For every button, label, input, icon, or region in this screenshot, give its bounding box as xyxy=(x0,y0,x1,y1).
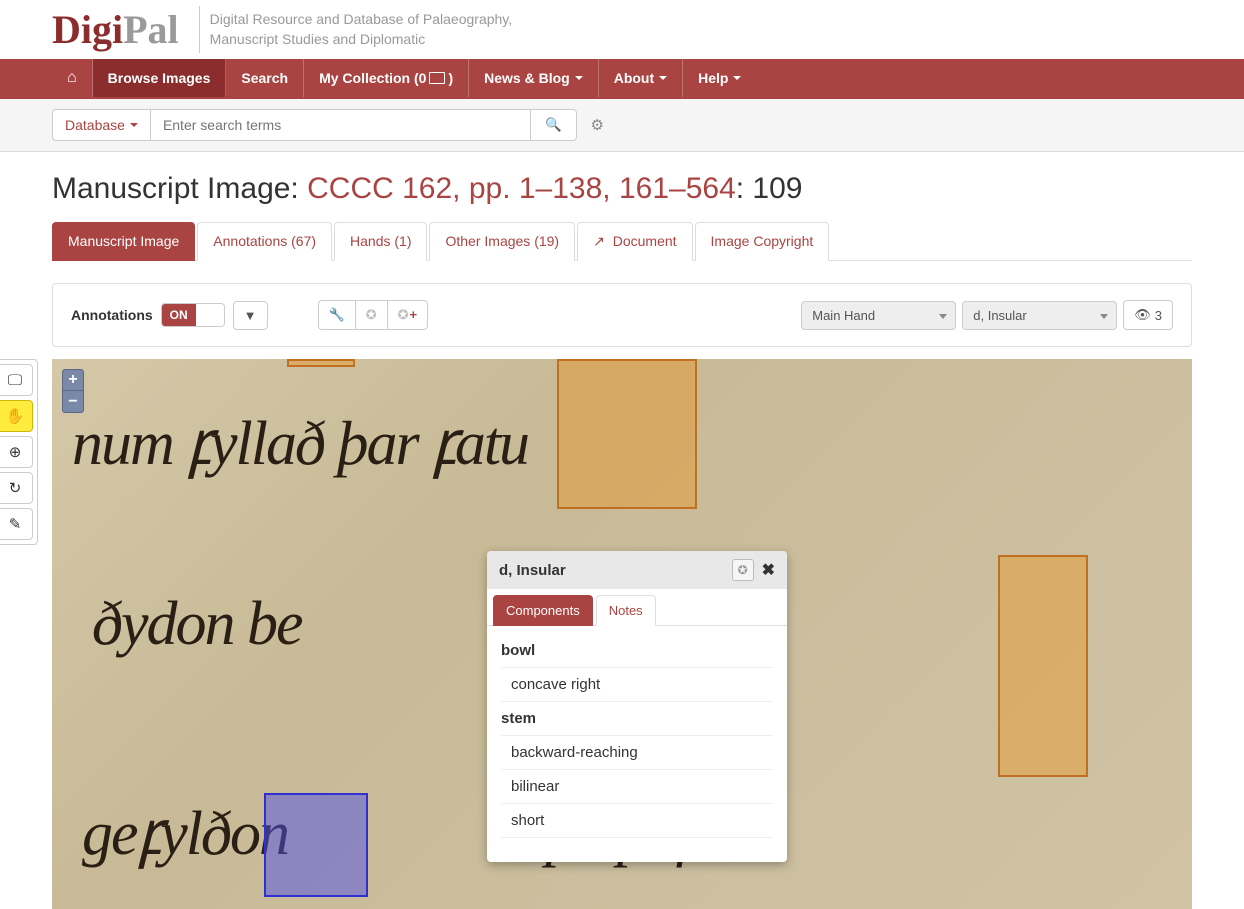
popup-star-button[interactable]: ✪ xyxy=(732,559,754,581)
visible-count-button[interactable]: 👁3 xyxy=(1123,300,1173,330)
toggle-off-handle xyxy=(196,304,224,326)
popup-tab-notes[interactable]: Notes xyxy=(596,595,656,626)
logo-text-pal: Pal xyxy=(123,7,179,52)
zoom-in-icon: ⊕ xyxy=(9,443,22,461)
viewer-tools: 🖵 ✋ ⊕ ↻ ✎ xyxy=(0,359,38,545)
component-item[interactable]: bilinear xyxy=(501,770,773,804)
nav-home[interactable]: ⌂ xyxy=(52,59,93,97)
tab-manuscript-image[interactable]: Manuscript Image xyxy=(52,222,195,261)
component-item[interactable]: short xyxy=(501,804,773,838)
star-icon: ✪ xyxy=(366,307,377,322)
picture-icon xyxy=(429,72,445,84)
annotation-box[interactable] xyxy=(998,555,1088,777)
star-icon: ✪ xyxy=(738,563,748,577)
settings-button[interactable]: ⚙ xyxy=(591,116,604,134)
monitor-icon: 🖵 xyxy=(8,372,22,389)
page-title: Manuscript Image: CCCC 162, pp. 1–138, 1… xyxy=(52,152,1192,222)
letter-select[interactable]: d, Insular xyxy=(962,301,1117,330)
database-dropdown[interactable]: Database xyxy=(52,109,151,141)
zoom-region-button[interactable]: ⊕ xyxy=(0,436,33,468)
hand-icon: ✋ xyxy=(6,407,25,425)
title-prefix: Manuscript Image: xyxy=(52,172,307,205)
zoom-controls: + − xyxy=(62,369,84,413)
tagline: Digital Resource and Database of Palaeog… xyxy=(200,10,512,49)
navbar: ⌂ Browse Images Search My Collection (0 … xyxy=(0,59,1244,99)
star-button[interactable]: ✪ xyxy=(355,300,387,330)
title-link[interactable]: CCCC 162, pp. 1–138, 161–564 xyxy=(307,172,736,205)
annotation-box[interactable] xyxy=(557,359,697,509)
search-input[interactable] xyxy=(151,109,531,141)
home-icon: ⌂ xyxy=(67,69,77,87)
logo-text-digi: Digi xyxy=(52,7,123,52)
tab-other-images[interactable]: Other Images (19) xyxy=(429,222,575,261)
annotation-toolbar: Annotations ON ▼ 🔧 ✪ ✪+ Main Hand d, Ins… xyxy=(52,283,1192,347)
tab-document[interactable]: ↗ Document xyxy=(577,222,692,261)
zoom-in-button[interactable]: + xyxy=(62,369,84,391)
tagline-line-2: Manuscript Studies and Diplomatic xyxy=(210,30,512,50)
annotation-popup: d, Insular ✪ ✖ Components Notes bowl con… xyxy=(487,551,787,862)
refresh-icon: ↻ xyxy=(9,479,22,497)
search-bar: Database 🔍 ⚙ xyxy=(0,99,1244,152)
nav-collection-pre: My Collection (0 xyxy=(319,70,426,86)
popup-tabs: Components Notes xyxy=(487,589,787,626)
nav-about[interactable]: About xyxy=(599,59,683,97)
component-group: bowl xyxy=(501,634,773,668)
star-icon: ✪ xyxy=(398,307,409,322)
tab-hands[interactable]: Hands (1) xyxy=(334,222,427,261)
toggle-on-label: ON xyxy=(162,304,196,326)
caret-icon xyxy=(733,76,741,80)
title-suffix: : 109 xyxy=(736,172,803,205)
external-link-icon: ↗ xyxy=(593,233,605,250)
annotation-box-selected[interactable] xyxy=(264,793,368,897)
popup-header[interactable]: d, Insular ✪ ✖ xyxy=(487,551,787,589)
filter-icon: ▼ xyxy=(244,308,257,323)
caret-icon xyxy=(659,76,667,80)
manuscript-text: num ꝼyllað þar ꝼatu xyxy=(72,399,528,483)
tab-image-copyright[interactable]: Image Copyright xyxy=(695,222,830,261)
star-plus-button[interactable]: ✪+ xyxy=(387,300,429,330)
wrench-button[interactable]: 🔧 xyxy=(318,300,355,330)
caret-icon xyxy=(130,123,138,127)
popup-tab-components[interactable]: Components xyxy=(493,595,593,626)
search-icon: 🔍 xyxy=(545,117,562,132)
popup-body: bowl concave right stem backward-reachin… xyxy=(487,626,787,862)
logo[interactable]: DigiPal xyxy=(52,6,200,53)
annotation-box[interactable] xyxy=(287,359,355,367)
popup-close-button[interactable]: ✖ xyxy=(762,560,775,580)
hand-select[interactable]: Main Hand xyxy=(801,301,956,330)
component-item[interactable]: concave right xyxy=(501,668,773,702)
tab-annotations[interactable]: Annotations (67) xyxy=(197,222,332,261)
zoom-out-button[interactable]: − xyxy=(62,391,84,413)
nav-search[interactable]: Search xyxy=(226,59,304,97)
gear-icon: ⚙ xyxy=(591,117,604,134)
close-icon: ✖ xyxy=(762,562,775,579)
annotations-label: Annotations xyxy=(71,307,153,323)
filter-button[interactable]: ▼ xyxy=(233,301,268,330)
pan-button[interactable]: ✋ xyxy=(0,400,33,432)
nav-news-blog[interactable]: News & Blog xyxy=(469,59,599,97)
edit-button[interactable]: ✎ xyxy=(0,508,33,540)
popup-title: d, Insular xyxy=(499,562,732,579)
annotations-toggle[interactable]: ON xyxy=(161,303,225,327)
nav-my-collection[interactable]: My Collection (0 ) xyxy=(304,59,469,97)
header: DigiPal Digital Resource and Database of… xyxy=(52,0,1192,59)
search-button[interactable]: 🔍 xyxy=(531,109,577,141)
count-value: 3 xyxy=(1155,308,1162,323)
manuscript-viewer[interactable]: + − num ꝼyllað þar ꝼatu ðydon be re. þaſ… xyxy=(52,359,1192,909)
component-item[interactable]: backward-reaching xyxy=(501,736,773,770)
fullscreen-button[interactable]: 🖵 xyxy=(0,364,33,396)
caret-icon xyxy=(575,76,583,80)
eye-icon: 👁 xyxy=(1134,307,1151,323)
plus-icon: + xyxy=(410,307,418,322)
nav-browse-images[interactable]: Browse Images xyxy=(93,59,227,97)
nav-help[interactable]: Help xyxy=(683,59,756,97)
wrench-icon: 🔧 xyxy=(329,307,345,322)
tabs: Manuscript Image Annotations (67) Hands … xyxy=(52,222,1192,261)
edit-icon: ✎ xyxy=(9,515,22,533)
refresh-button[interactable]: ↻ xyxy=(0,472,33,504)
nav-collection-post: ) xyxy=(448,70,453,86)
component-group: stem xyxy=(501,702,773,736)
tagline-line-1: Digital Resource and Database of Palaeog… xyxy=(210,10,512,30)
